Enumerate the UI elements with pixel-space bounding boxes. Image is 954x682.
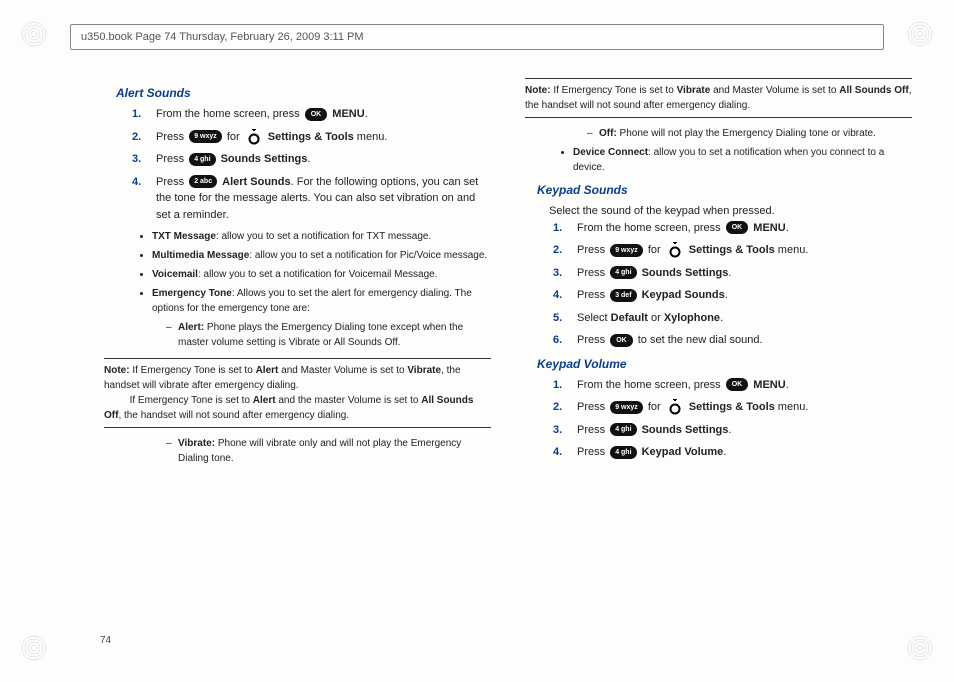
note-alert-vibrate: Note: If Emergency Tone is set to Alert … bbox=[104, 358, 491, 428]
label-sounds-settings: Sounds Settings bbox=[221, 153, 308, 165]
content-columns: Alert Sounds 1. From the home screen, pr… bbox=[100, 78, 912, 652]
alert-sounds-bullets: TXT Message: allow you to set a notifica… bbox=[152, 229, 491, 316]
bullet-emergency-tone: Emergency Tone: Allows you to set the al… bbox=[152, 286, 491, 316]
corner-ornament-icon bbox=[20, 634, 48, 662]
kv-step-3: 3. Press 4 ghi Sounds Settings. bbox=[553, 422, 912, 439]
keypad-sounds-intro: Select the sound of the keypad when pres… bbox=[549, 203, 912, 220]
settings-gear-icon bbox=[666, 242, 684, 258]
bullet-voicemail: Voicemail: allow you to set a notificati… bbox=[152, 267, 491, 282]
page-header-text: u350.book Page 74 Thursday, February 26,… bbox=[81, 31, 364, 43]
ks-step-4: 4. Press 3 def Keypad Sounds. bbox=[553, 287, 912, 304]
ks-step-6: 6. Press to set the new dial sound. bbox=[553, 332, 912, 349]
page-number: 74 bbox=[100, 635, 111, 646]
emergency-tone-sublist-3: Off: Phone will not play the Emergency D… bbox=[587, 126, 912, 141]
step-1: 1. From the home screen, press MENU. bbox=[132, 106, 491, 123]
section-title-keypad-volume: Keypad Volume bbox=[537, 355, 912, 373]
settings-gear-icon bbox=[245, 129, 263, 145]
ks-step-1: 1. From the home screen, press MENU. bbox=[553, 220, 912, 237]
key-9-icon: 9 wxyz bbox=[189, 130, 222, 143]
note-vibrate-all-sounds-off: Note: If Emergency Tone is set to Vibrat… bbox=[525, 78, 912, 118]
dash-alert: Alert: Phone plays the Emergency Dialing… bbox=[166, 320, 491, 350]
ok-key-icon bbox=[610, 334, 633, 347]
emergency-tone-sublist-2: Vibrate: Phone will vibrate only and wil… bbox=[166, 436, 491, 466]
key-4-icon: 4 ghi bbox=[610, 423, 636, 436]
key-3-icon: 3 def bbox=[610, 289, 636, 302]
section-title-keypad-sounds: Keypad Sounds bbox=[537, 181, 912, 199]
key-4-icon: 4 ghi bbox=[610, 446, 636, 459]
page-header-band: u350.book Page 74 Thursday, February 26,… bbox=[70, 24, 884, 50]
right-column: Note: If Emergency Tone is set to Vibrat… bbox=[521, 78, 912, 652]
kv-step-2: 2. Press 9 wxyz for Settings & Tools men… bbox=[553, 399, 912, 416]
ok-key-icon bbox=[305, 108, 328, 121]
ks-step-5: 5. Select Default or Xylophone. bbox=[553, 310, 912, 327]
left-column: Alert Sounds 1. From the home screen, pr… bbox=[100, 78, 491, 652]
key-2-icon: 2 abc bbox=[189, 175, 217, 188]
step-4: 4. Press 2 abc Alert Sounds. For the fol… bbox=[132, 174, 491, 224]
ok-key-icon bbox=[726, 221, 749, 234]
label-settings-tools: Settings & Tools bbox=[268, 131, 354, 143]
key-9-icon: 9 wxyz bbox=[610, 244, 643, 257]
bullet-multimedia-message: Multimedia Message: allow you to set a n… bbox=[152, 248, 491, 263]
ks-step-2: 2. Press 9 wxyz for Settings & Tools men… bbox=[553, 242, 912, 259]
label-alert-sounds: Alert Sounds bbox=[222, 176, 290, 188]
settings-gear-icon bbox=[666, 399, 684, 415]
bullet-txt-message: TXT Message: allow you to set a notifica… bbox=[152, 229, 491, 244]
document-page: u350.book Page 74 Thursday, February 26,… bbox=[0, 0, 954, 682]
key-9-icon: 9 wxyz bbox=[610, 401, 643, 414]
device-connect-bullet: Device Connect: allow you to set a notif… bbox=[573, 145, 912, 175]
bullet-device-connect: Device Connect: allow you to set a notif… bbox=[573, 145, 912, 175]
alert-sounds-steps: 1. From the home screen, press MENU. 2. … bbox=[132, 106, 491, 223]
step-2: 2. Press 9 wxyz for Settings & Tools men… bbox=[132, 129, 491, 146]
dash-vibrate: Vibrate: Phone will vibrate only and wil… bbox=[166, 436, 491, 466]
step-3: 3. Press 4 ghi Sounds Settings. bbox=[132, 151, 491, 168]
key-4-icon: 4 ghi bbox=[189, 153, 215, 166]
keypad-volume-steps: 1. From the home screen, press MENU. 2. … bbox=[553, 377, 912, 461]
key-4-icon: 4 ghi bbox=[610, 266, 636, 279]
kv-step-1: 1. From the home screen, press MENU. bbox=[553, 377, 912, 394]
corner-ornament-icon bbox=[906, 20, 934, 48]
corner-ornament-icon bbox=[20, 20, 48, 48]
emergency-tone-sublist: Alert: Phone plays the Emergency Dialing… bbox=[166, 320, 491, 350]
kv-step-4: 4. Press 4 ghi Keypad Volume. bbox=[553, 444, 912, 461]
section-title-alert-sounds: Alert Sounds bbox=[116, 84, 491, 102]
ok-key-icon bbox=[726, 378, 749, 391]
ks-step-3: 3. Press 4 ghi Sounds Settings. bbox=[553, 265, 912, 282]
dash-off: Off: Phone will not play the Emergency D… bbox=[587, 126, 912, 141]
label-menu: MENU bbox=[332, 108, 364, 120]
keypad-sounds-steps: 1. From the home screen, press MENU. 2. … bbox=[553, 220, 912, 349]
